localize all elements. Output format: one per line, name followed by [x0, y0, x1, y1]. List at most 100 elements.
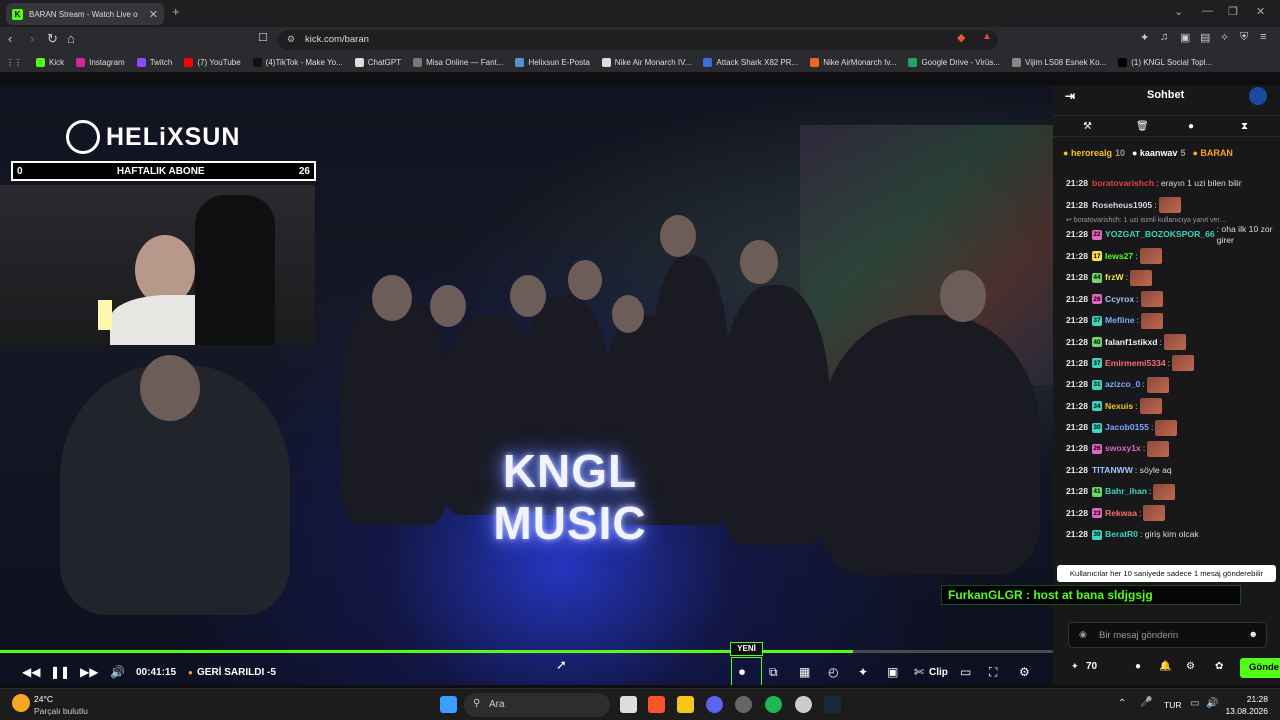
chat-input[interactable]: ◉ Bir mesaj gönderin ☻	[1068, 622, 1267, 648]
chat-bubble-icon[interactable]: ●	[1188, 121, 1194, 132]
message-username[interactable]: swoxy1x	[1105, 443, 1141, 454]
chat-message[interactable]: 21:28 41 Bahr_ihan:	[1066, 481, 1276, 502]
settings-icon[interactable]: ⚙	[1019, 665, 1030, 679]
task-view-icon[interactable]	[620, 696, 637, 713]
chat-message[interactable]: 21:28 31 azizco_0:	[1066, 374, 1276, 395]
clip-button[interactable]: Clip	[929, 667, 948, 678]
chat-settings-bubble-icon[interactable]: ●	[1135, 661, 1141, 672]
top-gifter[interactable]: ● herorealg 10	[1063, 148, 1125, 158]
microphone-icon[interactable]: 🎤	[1140, 697, 1152, 708]
volume-tray-icon[interactable]: 🔊	[1206, 698, 1218, 709]
browser-tab[interactable]: K BARAN Stream - Watch Live o ✕	[6, 3, 164, 25]
close-window-icon[interactable]: ✕	[1256, 5, 1265, 18]
clock-date[interactable]: 13.08.2026	[1221, 706, 1268, 716]
new-tab-icon[interactable]: +	[172, 4, 180, 19]
chat-message[interactable]: 21:28 26 swoxy1x:	[1066, 438, 1276, 459]
message-username[interactable]: Nexuis	[1105, 401, 1133, 412]
forward-icon[interactable]: ›	[30, 31, 34, 46]
bookmark-item[interactable]: Misa Online — Fant...	[413, 58, 503, 67]
bookmark-item[interactable]: ChatGPT	[354, 58, 401, 67]
reply-context[interactable]: ↩ boratovarishch: 1 uzi isimli kullanıcı…	[1066, 216, 1276, 224]
top-gifter[interactable]: ● kaanwav 5	[1132, 148, 1185, 158]
chat-settings-icon[interactable]: ⚙	[1186, 661, 1195, 672]
close-tab-icon[interactable]: ✕	[149, 8, 158, 21]
bookmark-icon[interactable]: ☐	[258, 31, 268, 44]
bookmark-item[interactable]: Vijim LS08 Esnek Ko...	[1012, 58, 1106, 67]
clock-time[interactable]: 21:28	[1221, 694, 1268, 704]
mod-hammer-icon[interactable]: ⚒	[1083, 121, 1092, 132]
weather-icon[interactable]	[12, 694, 30, 712]
message-username[interactable]: falanf1stikxd	[1105, 337, 1158, 348]
rewards-icon[interactable]: ▲	[982, 31, 992, 42]
chat-message[interactable]: 21:28 30 Jacob0155:	[1066, 417, 1276, 438]
notifications-icon[interactable]: 🔔	[1159, 661, 1171, 672]
steam-icon[interactable]	[824, 696, 841, 713]
message-username[interactable]: azizco_0	[1105, 379, 1140, 390]
discord-icon[interactable]	[706, 696, 723, 713]
crop-icon[interactable]: ⧉	[769, 665, 778, 680]
message-username[interactable]: BeratR0	[1105, 529, 1138, 540]
bookmark-item[interactable]: Attack Shark X82 PR...	[703, 58, 798, 67]
bookmark-item[interactable]: Nike AirMonarch Iv...	[810, 58, 896, 67]
message-username[interactable]: Bahr_ihan	[1105, 486, 1147, 497]
trash-icon[interactable]: 🗑	[1136, 121, 1149, 132]
restore-icon[interactable]: ❐	[1228, 5, 1238, 18]
message-username[interactable]: lews27	[1105, 251, 1133, 262]
bookmark-item[interactable]: Nike Air Monarch IV...	[601, 58, 691, 67]
bookmark-item[interactable]: Helixsun E-Posta	[515, 58, 590, 67]
vpn-icon[interactable]: ⛨	[1240, 31, 1248, 44]
sparkle-icon[interactable]: ✦	[858, 665, 868, 679]
chat-message[interactable]: 21:28 34 Nexuis:	[1066, 396, 1276, 417]
bookmark-item[interactable]: (4)TikTok - Make Yo...	[252, 58, 343, 67]
volume-icon[interactable]: 🔊	[110, 665, 125, 679]
chat-message[interactable]: 21:28 boratovarishch: erayın 1 uzi bilen …	[1066, 173, 1276, 194]
sidebar-icon[interactable]: ▣	[1180, 31, 1190, 44]
camera-icon[interactable]: ⏺	[739, 665, 745, 680]
start-icon[interactable]	[440, 696, 457, 713]
chat-message[interactable]: 21:28 23 Rekwaa:	[1066, 502, 1276, 523]
reload-icon[interactable]: ↻	[47, 31, 58, 47]
message-username[interactable]: Ccyrox	[1105, 294, 1134, 305]
home-icon[interactable]: ⌂	[67, 31, 75, 46]
brave-icon[interactable]	[648, 696, 665, 713]
bookmark-item[interactable]: (1) KNGL Social Topl...	[1118, 58, 1212, 67]
network-icon[interactable]: ▭	[1190, 698, 1199, 709]
chat-message[interactable]: 21:28 37 Emirmemi5334:	[1066, 353, 1276, 374]
theater-mode-icon[interactable]: ▭	[960, 665, 971, 679]
bookmark-item[interactable]: (7) YouTube	[184, 58, 241, 67]
chat-message[interactable]: 21:28 44 frzW:	[1066, 267, 1276, 288]
bookmark-item[interactable]: Kick	[36, 58, 64, 67]
file-explorer-icon[interactable]	[677, 696, 694, 713]
rewind-icon[interactable]: ◀◀	[22, 665, 40, 679]
chat-message[interactable]: 21:28 22 YOZGAT_BOZOKSPOR_66: oha ilk 10 z…	[1066, 224, 1276, 246]
message-username[interactable]: Emirmemi5334	[1105, 358, 1166, 369]
chat-message[interactable]: 21:28 17 lews27:	[1066, 246, 1276, 267]
back-icon[interactable]: ‹	[8, 31, 12, 46]
stats-icon[interactable]: ▦	[799, 665, 810, 679]
taskbar-search[interactable]: ⚲ Ara	[464, 693, 610, 717]
emote-icon[interactable]: ◉	[1079, 629, 1087, 640]
pause-icon[interactable]: ❚❚	[50, 665, 70, 679]
message-username[interactable]: YOZGAT_BOZOKSPOR_66	[1105, 229, 1215, 240]
obs-icon[interactable]	[735, 696, 752, 713]
speed-icon[interactable]: ◴	[828, 665, 838, 679]
tray-overflow-icon[interactable]: ⌃	[1118, 698, 1126, 709]
message-username[interactable]: frzW	[1105, 272, 1124, 283]
collapse-chat-icon[interactable]: ⇥	[1065, 89, 1075, 103]
message-username[interactable]: Rekwaa	[1105, 508, 1137, 519]
wallet-icon[interactable]: ▤	[1200, 31, 1210, 44]
message-username[interactable]: Mefline	[1105, 315, 1135, 326]
tab-list-icon[interactable]: ⌄	[1174, 5, 1183, 18]
emoji-icon[interactable]: ☻	[1249, 629, 1258, 639]
minimize-icon[interactable]: —	[1202, 5, 1213, 17]
message-username[interactable]: TITANWW	[1092, 465, 1133, 476]
slow-mode-icon[interactable]: ⧗	[1241, 121, 1248, 132]
clip-icon[interactable]: ✄	[914, 665, 924, 679]
message-username[interactable]: boratovarishch	[1092, 178, 1154, 189]
spotify-icon[interactable]	[765, 696, 782, 713]
brave-shield-icon[interactable]: ◆	[957, 31, 965, 44]
send-button[interactable]: Gönde	[1240, 658, 1280, 678]
chat-message[interactable]: 21:28 26 Ccyrox:	[1066, 289, 1276, 310]
site-info-icon[interactable]: ⚙	[287, 34, 295, 45]
top-gifter[interactable]: ● BARAN	[1192, 148, 1235, 158]
